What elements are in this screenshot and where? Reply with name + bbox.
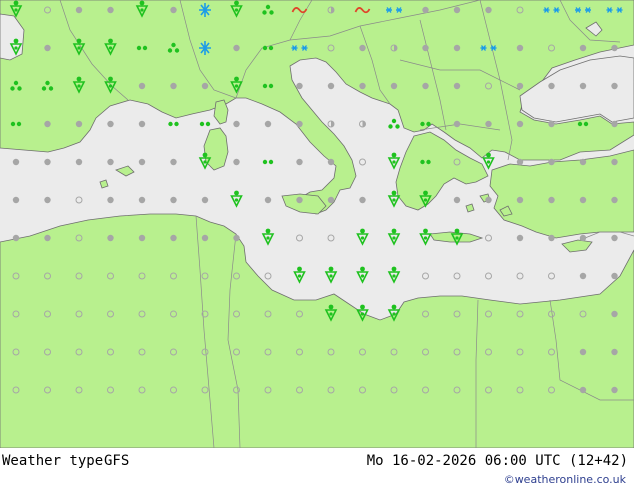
dry-dot-icon xyxy=(107,6,114,14)
model-label: GFS xyxy=(104,453,130,469)
dry-dot-icon xyxy=(264,196,272,204)
dry-dot-icon xyxy=(453,120,461,128)
dry-dot-icon xyxy=(12,158,20,166)
dry-dot-icon xyxy=(170,158,177,166)
dry-dot-icon xyxy=(12,196,20,204)
dry-dot-icon xyxy=(516,158,524,166)
dry-dot-icon xyxy=(201,234,209,242)
dry-dot-icon xyxy=(548,158,555,166)
dry-dot-icon xyxy=(359,196,366,204)
dry-dot-icon xyxy=(579,234,587,242)
dry-dot-icon xyxy=(453,6,461,14)
footer-bar: Weather type GFS Mo 16-02-2026 06:00 UTC… xyxy=(0,448,634,490)
dry-dot-icon xyxy=(453,44,461,52)
dry-dot-icon xyxy=(453,196,461,204)
dry-dot-icon xyxy=(107,158,114,166)
product-label: Weather type xyxy=(2,453,104,469)
balearic-small-land xyxy=(99,179,109,189)
dry-dot-icon xyxy=(327,158,335,166)
dry-dot-icon xyxy=(296,120,303,128)
dry-dot-icon xyxy=(296,82,303,90)
dry-dot-icon xyxy=(44,158,51,166)
dry-dot-icon xyxy=(44,120,51,128)
dry-dot-icon xyxy=(485,6,492,14)
dry-dot-icon xyxy=(12,234,20,242)
dry-dot-icon xyxy=(485,120,492,128)
dry-dot-icon xyxy=(579,272,587,280)
dry-dot-icon xyxy=(611,310,618,318)
dry-dot-icon xyxy=(611,386,618,394)
dry-dot-icon xyxy=(170,234,177,242)
dry-dot-icon xyxy=(233,44,240,52)
dry-dot-icon xyxy=(107,196,114,204)
dry-dot-icon xyxy=(516,120,524,128)
dry-dot-icon xyxy=(611,44,618,52)
dry-dot-icon xyxy=(422,82,429,90)
dry-dot-icon xyxy=(611,196,618,204)
dry-dot-icon xyxy=(579,158,587,166)
dry-dot-icon xyxy=(138,234,146,242)
dry-dot-icon xyxy=(138,158,146,166)
dry-dot-icon xyxy=(75,158,83,166)
dry-dot-icon xyxy=(170,6,177,14)
dry-dot-icon xyxy=(485,196,492,204)
dry-dot-icon xyxy=(170,82,177,90)
dry-dot-icon xyxy=(548,196,555,204)
dry-dot-icon xyxy=(579,348,587,356)
dry-dot-icon xyxy=(44,234,51,242)
dry-dot-icon xyxy=(327,82,335,90)
dry-dot-icon xyxy=(107,234,114,242)
dry-dot-icon xyxy=(201,196,209,204)
dry-dot-icon xyxy=(579,386,587,394)
dry-dot-icon xyxy=(233,234,240,242)
aegean-island-land xyxy=(465,203,475,213)
credit-link[interactable]: ©weatheronline.co.uk xyxy=(504,473,626,486)
dry-dot-icon xyxy=(233,120,240,128)
dry-dot-icon xyxy=(579,44,587,52)
dry-dot-icon xyxy=(75,6,83,14)
dry-dot-icon xyxy=(390,82,398,90)
dry-dot-icon xyxy=(44,44,51,52)
dry-dot-icon xyxy=(611,158,618,166)
dry-dot-icon xyxy=(138,82,146,90)
dry-dot-icon xyxy=(422,6,429,14)
dry-dot-icon xyxy=(453,82,461,90)
dry-dot-icon xyxy=(611,272,618,280)
dry-dot-icon xyxy=(359,82,366,90)
dry-dot-icon xyxy=(138,196,146,204)
dry-dot-icon xyxy=(548,82,555,90)
dry-dot-icon xyxy=(579,196,587,204)
dry-dot-icon xyxy=(75,120,83,128)
dry-dot-icon xyxy=(579,82,587,90)
dry-dot-icon xyxy=(107,120,114,128)
dry-dot-icon xyxy=(264,120,272,128)
dry-dot-icon xyxy=(233,158,240,166)
dry-dot-icon xyxy=(611,120,618,128)
dry-dot-icon xyxy=(548,120,555,128)
dry-dot-icon xyxy=(422,44,429,52)
dry-dot-icon xyxy=(327,196,335,204)
dry-dot-icon xyxy=(611,82,618,90)
dry-dot-icon xyxy=(516,82,524,90)
dry-dot-icon xyxy=(611,234,618,242)
dry-dot-icon xyxy=(359,44,366,52)
weather-map xyxy=(0,0,634,448)
dry-dot-icon xyxy=(201,82,209,90)
dry-dot-icon xyxy=(44,196,51,204)
dry-dot-icon xyxy=(170,196,177,204)
valid-time-label: Mo 16-02-2026 06:00 UTC (12+42) xyxy=(366,453,628,469)
dry-dot-icon xyxy=(296,158,303,166)
dry-dot-icon xyxy=(516,196,524,204)
dry-dot-icon xyxy=(296,196,303,204)
dry-dot-icon xyxy=(516,44,524,52)
dry-dot-icon xyxy=(548,234,555,242)
dry-dot-icon xyxy=(138,120,146,128)
dry-dot-icon xyxy=(611,348,618,356)
dry-dot-icon xyxy=(516,234,524,242)
